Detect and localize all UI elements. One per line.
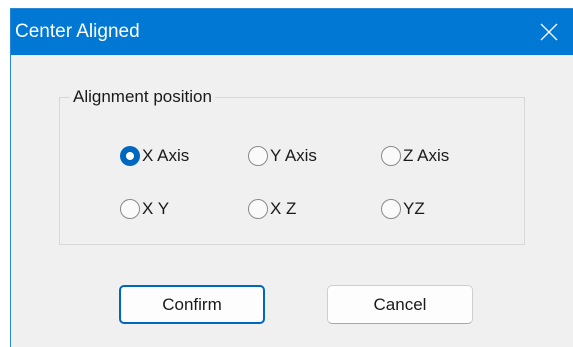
radio-z-axis[interactable]: Z Axis xyxy=(381,144,449,168)
radio-label-x-axis: X Axis xyxy=(142,146,190,165)
radio-label-x-y: X Y xyxy=(142,199,170,218)
radio-button[interactable] xyxy=(381,199,401,219)
radio-x-z[interactable]: X Z xyxy=(248,197,296,221)
radio-x-axis[interactable]: X Axis xyxy=(120,144,189,168)
radio-label-y-axis: Y Axis xyxy=(270,146,317,165)
radio-button[interactable] xyxy=(120,199,140,219)
radio-label-yz: YZ xyxy=(403,199,425,218)
dialog-window: Center Aligned Alignment position X Axis… xyxy=(10,8,573,347)
radio-y-axis[interactable]: Y Axis xyxy=(248,144,317,168)
close-icon xyxy=(540,23,558,41)
alignment-position-group: Alignment position X Axis Y Axis Z Axis … xyxy=(59,87,525,245)
radio-button[interactable] xyxy=(248,199,268,219)
cancel-button[interactable]: Cancel xyxy=(327,285,473,324)
radio-label-z-axis: Z Axis xyxy=(403,146,450,165)
window-title: Center Aligned xyxy=(15,21,140,42)
radio-yz[interactable]: YZ xyxy=(381,197,425,221)
radio-button[interactable] xyxy=(248,146,268,166)
title-bar[interactable]: Center Aligned xyxy=(11,9,573,55)
confirm-button[interactable]: Confirm xyxy=(119,285,265,324)
group-legend: Alignment position xyxy=(70,87,215,107)
radio-x-y[interactable]: X Y xyxy=(120,197,169,221)
close-button[interactable] xyxy=(527,9,573,55)
radio-label-x-z: X Z xyxy=(270,199,297,218)
radio-button-checked[interactable] xyxy=(120,146,140,166)
radio-button[interactable] xyxy=(381,146,401,166)
